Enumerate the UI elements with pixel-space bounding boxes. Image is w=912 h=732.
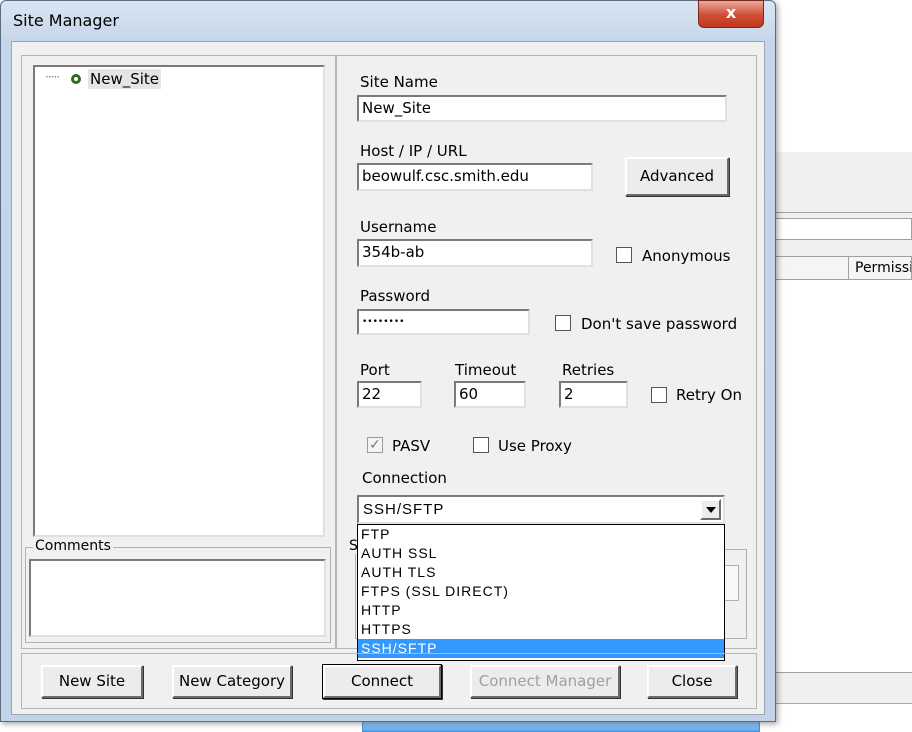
dont-save-password-checkbox[interactable] (555, 315, 571, 331)
chevron-down-icon (706, 507, 716, 513)
tree-item-new-site[interactable]: New_Site (88, 69, 162, 89)
site-name-input[interactable]: New_Site (357, 95, 727, 122)
timeout-input[interactable]: 60 (454, 381, 526, 408)
connection-option[interactable]: FTP (358, 525, 724, 544)
password-label: Password (360, 287, 431, 305)
comments-textarea[interactable] (29, 559, 326, 637)
new-site-button[interactable]: New Site (41, 665, 143, 698)
use-proxy-checkbox[interactable] (473, 437, 489, 453)
connection-options-list[interactable]: FTP AUTH SSL AUTH TLS FTPS (SSL DIRECT) … (357, 524, 725, 661)
pasv-checkbox[interactable]: ✓ (367, 437, 383, 453)
connection-select[interactable]: SSH/SFTP (357, 495, 725, 524)
username-label: Username (360, 218, 437, 236)
connect-manager-button[interactable]: Connect Manager (470, 665, 620, 698)
retry-on-label: Retry On (676, 386, 742, 404)
close-button[interactable]: Close (647, 665, 737, 698)
background-toolbar (760, 152, 912, 213)
dont-save-password-label: Don't save password (581, 315, 738, 333)
window-title: Site Manager (13, 11, 119, 30)
comments-label: Comments (33, 538, 113, 554)
connection-dropdown-button[interactable] (700, 499, 721, 520)
host-label: Host / IP / URL (360, 142, 467, 160)
window-close-button[interactable]: x (698, 0, 764, 28)
background-file-list (760, 280, 912, 672)
pasv-label: PASV (392, 437, 431, 455)
use-proxy-label: Use Proxy (498, 437, 572, 455)
timeout-label: Timeout (455, 361, 517, 379)
retry-on-checkbox[interactable] (651, 387, 667, 403)
port-label: Port (360, 361, 390, 379)
connection-option[interactable]: AUTH SSL (358, 544, 724, 563)
checkmark-icon: ✓ (369, 437, 381, 453)
site-manager-window: Site Manager x ····· New_Site Comments S… (0, 0, 776, 722)
host-input[interactable]: beowulf.csc.smith.edu (357, 163, 593, 191)
anonymous-label: Anonymous (642, 247, 731, 265)
username-input[interactable]: 354b-ab (357, 239, 593, 267)
password-input[interactable]: •••••••• (357, 309, 530, 335)
retries-input[interactable]: 2 (559, 381, 628, 408)
connection-option[interactable]: HTTP (358, 601, 724, 620)
retries-label: Retries (562, 361, 615, 379)
hidden-settings-control (725, 565, 739, 601)
background-column-header-permissions[interactable]: Permissi (848, 256, 912, 280)
new-category-button[interactable]: New Category (172, 665, 292, 698)
background-status-bar (760, 672, 912, 703)
connection-option[interactable]: AUTH TLS (358, 563, 724, 582)
connect-button[interactable]: Connect (323, 665, 441, 698)
connection-selected-value: SSH/SFTP (363, 501, 445, 518)
connection-option[interactable]: FTPS (SSL DIRECT) (358, 582, 724, 601)
site-tree[interactable] (33, 65, 325, 537)
connection-label: Connection (362, 469, 447, 487)
background-path-bar (760, 218, 912, 240)
port-input[interactable]: 22 (357, 381, 422, 408)
anonymous-checkbox[interactable] (616, 247, 632, 263)
close-icon: x (725, 3, 737, 22)
site-name-label: Site Name (360, 73, 438, 91)
connection-option[interactable]: HTTPS (358, 620, 724, 639)
site-node-icon (71, 74, 81, 84)
tree-connector: ····· (45, 70, 60, 84)
advanced-button[interactable]: Advanced (625, 157, 729, 196)
